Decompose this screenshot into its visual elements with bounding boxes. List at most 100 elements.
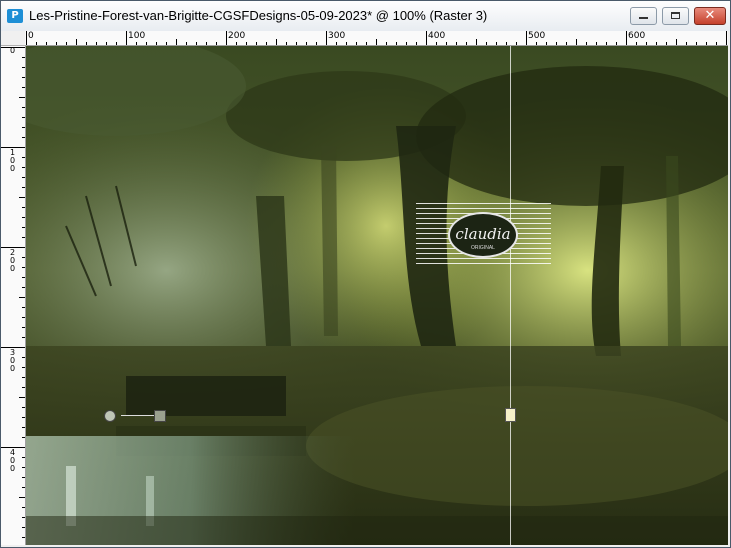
ruler-tick — [22, 267, 25, 268]
ruler-tick — [19, 497, 25, 498]
ruler-tick — [22, 527, 25, 528]
ruler-tick — [716, 42, 717, 45]
ruler-tick — [19, 297, 25, 298]
pivot-handle-icon[interactable] — [154, 410, 166, 422]
ruler-tick — [576, 39, 577, 45]
ruler-tick — [266, 42, 267, 45]
ruler-tick — [726, 31, 727, 45]
ruler-tick — [22, 317, 25, 318]
ruler-tick — [22, 357, 25, 358]
minimize-icon — [639, 17, 648, 19]
ruler-tick — [426, 31, 427, 45]
ruler-tick — [526, 31, 527, 45]
ruler-tick — [706, 42, 707, 45]
ruler-tick — [22, 117, 25, 118]
ruler-h-label: 100 — [128, 31, 146, 41]
ruler-tick — [506, 42, 507, 45]
window-title: Les-Pristine-Forest-van-Brigitte-CGSFDes… — [29, 8, 488, 23]
ruler-tick — [22, 477, 25, 478]
ruler-tick — [416, 42, 417, 45]
vertical-guide-line[interactable] — [510, 46, 511, 545]
horizontal-ruler[interactable]: 0 100 200 300 400 500 600 — [25, 31, 728, 46]
ruler-tick — [276, 39, 277, 45]
ruler-tick — [19, 197, 25, 198]
rotation-handle-icon[interactable] — [104, 410, 116, 422]
ruler-tick — [686, 42, 687, 45]
ruler-v-label: 1 0 0 — [10, 148, 16, 173]
ruler-tick — [26, 31, 27, 45]
ruler-tick — [22, 407, 25, 408]
title-bar[interactable]: P Les-Pristine-Forest-van-Brigitte-CGSFD… — [1, 1, 730, 31]
ruler-tick — [22, 207, 25, 208]
ruler-tick — [22, 427, 25, 428]
ruler-tick — [156, 42, 157, 45]
ruler-tick — [236, 42, 237, 45]
ruler-tick — [676, 39, 677, 45]
watermark-badge: claudia ORIGINAL — [448, 212, 518, 258]
watermark-name: claudia — [455, 225, 511, 243]
ruler-tick — [22, 137, 25, 138]
minimize-button[interactable] — [630, 7, 657, 25]
ruler-tick — [22, 537, 25, 538]
ruler-tick — [476, 39, 477, 45]
ruler-tick — [22, 327, 25, 328]
ruler-h-label: 400 — [428, 31, 446, 41]
ruler-tick — [22, 127, 25, 128]
ruler-tick — [22, 77, 25, 78]
ruler-tick — [22, 467, 25, 468]
ruler-tick — [22, 107, 25, 108]
ruler-tick — [546, 42, 547, 45]
ruler-tick — [22, 487, 25, 488]
ruler-v-label: 3 0 0 — [10, 348, 16, 373]
ruler-tick — [19, 397, 25, 398]
ruler-tick — [22, 237, 25, 238]
maximize-button[interactable] — [662, 7, 689, 25]
ruler-tick — [22, 457, 25, 458]
ruler-tick — [22, 87, 25, 88]
ruler-tick — [696, 42, 697, 45]
forest-artwork — [26, 46, 728, 545]
ruler-tick — [136, 42, 137, 45]
ruler-tick — [486, 42, 487, 45]
ruler-tick — [106, 42, 107, 45]
ruler-tick — [166, 42, 167, 45]
ruler-tick — [22, 287, 25, 288]
ruler-tick — [366, 42, 367, 45]
ruler-tick — [22, 187, 25, 188]
close-button[interactable]: ✕ — [694, 7, 726, 25]
ruler-tick — [296, 42, 297, 45]
ruler-tick — [326, 31, 327, 45]
ruler-tick — [22, 157, 25, 158]
maximize-icon — [671, 12, 680, 19]
ruler-tick — [556, 42, 557, 45]
ruler-tick — [596, 42, 597, 45]
ruler-tick — [376, 39, 377, 45]
ruler-tick — [306, 42, 307, 45]
guide-handle-icon[interactable] — [505, 408, 516, 422]
ruler-tick — [536, 42, 537, 45]
ruler-tick — [22, 517, 25, 518]
close-icon: ✕ — [704, 8, 716, 23]
image-canvas[interactable]: claudia ORIGINAL — [26, 46, 728, 545]
ruler-tick — [246, 42, 247, 45]
ruler-tick — [22, 307, 25, 308]
ruler-tick — [19, 97, 25, 98]
ruler-tick — [566, 42, 567, 45]
ruler-tick — [436, 42, 437, 45]
vertical-ruler[interactable]: 0 1 0 0 2 0 0 3 0 0 4 0 0 — [1, 46, 26, 545]
ruler-tick — [86, 42, 87, 45]
ruler-tick — [586, 42, 587, 45]
ruler-tick — [22, 337, 25, 338]
ruler-tick — [456, 42, 457, 45]
psp-app-icon[interactable]: P — [7, 9, 23, 23]
ruler-tick — [22, 387, 25, 388]
document-window: P Les-Pristine-Forest-van-Brigitte-CGSFD… — [0, 0, 731, 548]
ruler-h-label: 600 — [628, 31, 646, 41]
ruler-corner — [1, 31, 26, 46]
ruler-tick — [626, 31, 627, 45]
ruler-tick — [616, 42, 617, 45]
ruler-tick — [22, 217, 25, 218]
ruler-tick — [22, 227, 25, 228]
ruler-tick — [316, 42, 317, 45]
ruler-tick — [356, 42, 357, 45]
